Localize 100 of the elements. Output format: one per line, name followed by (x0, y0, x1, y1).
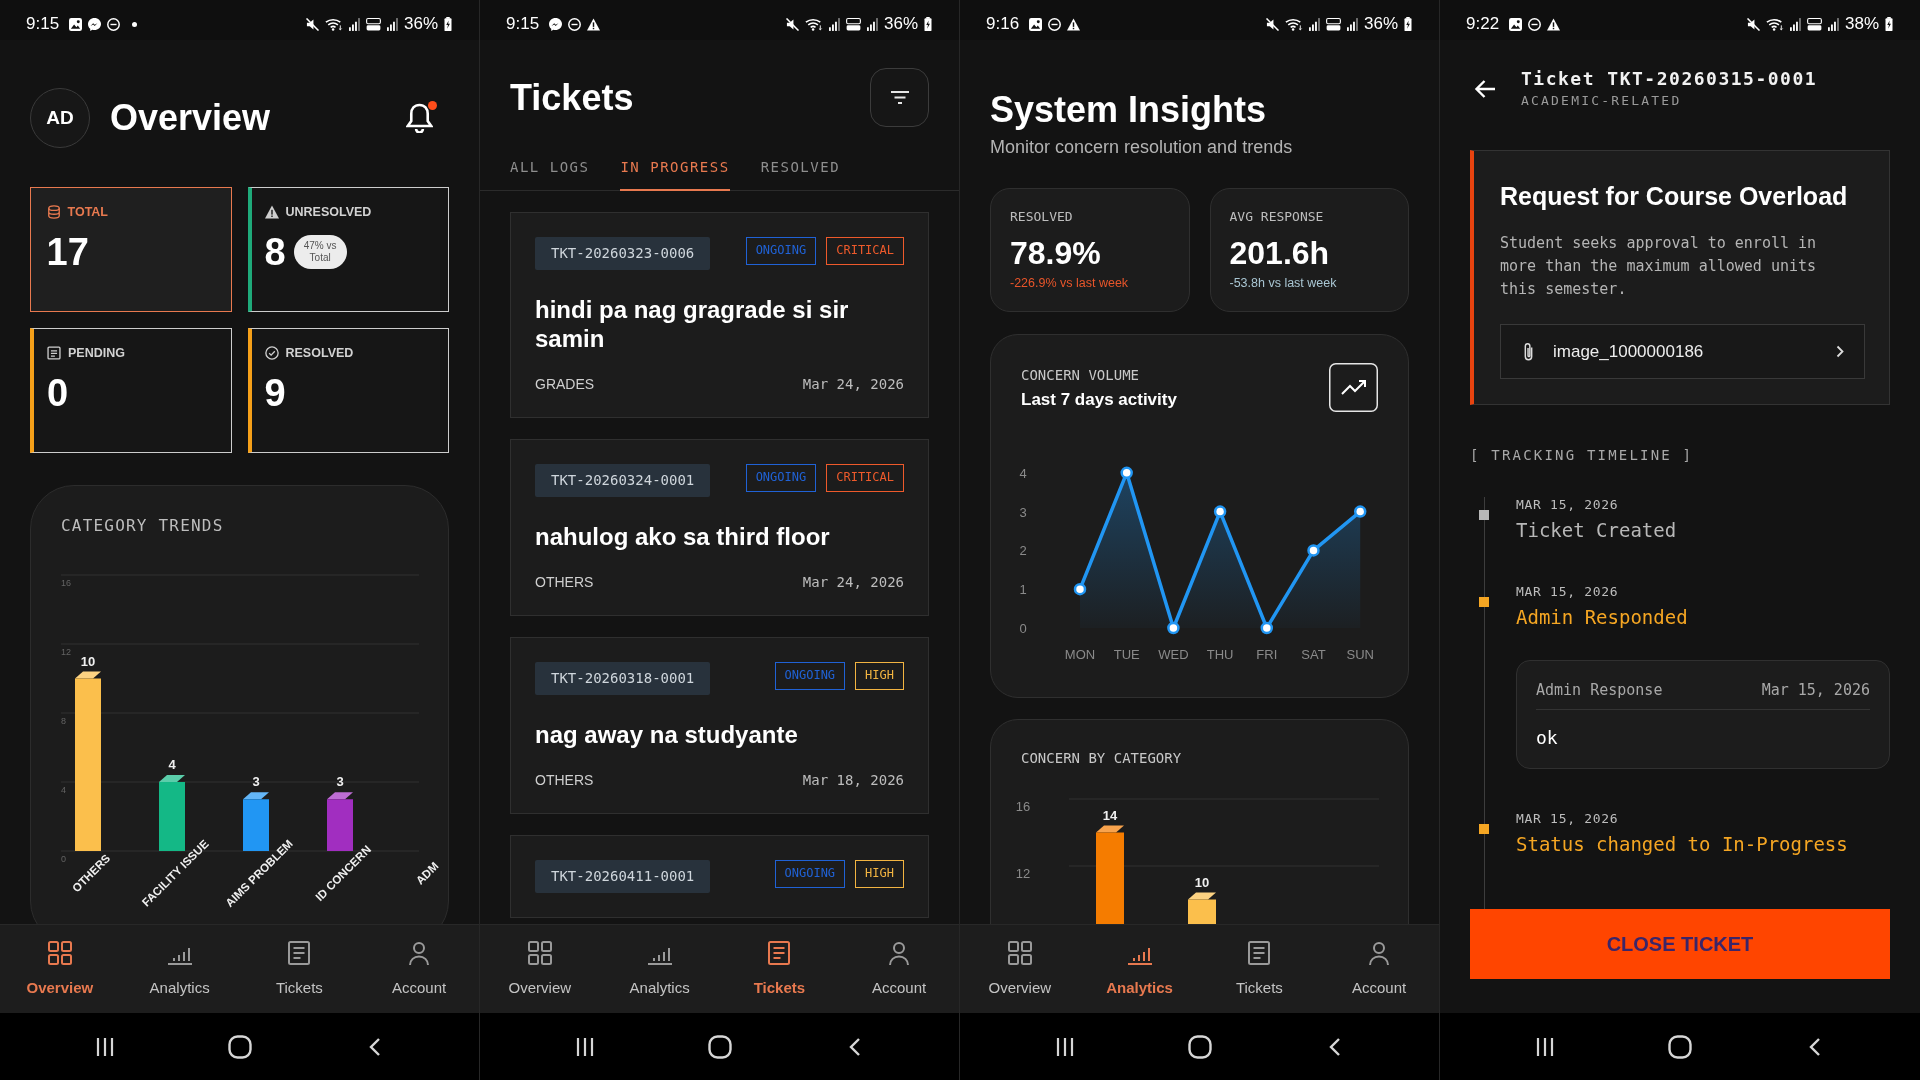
signal-icon (828, 17, 840, 31)
ticket-card[interactable]: TKT-20260411-0001 ONGOING HIGH (510, 835, 929, 918)
nav-item[interactable]: Analytics (149, 940, 210, 996)
back-icon[interactable] (1328, 1036, 1341, 1057)
mute-icon (305, 17, 319, 31)
tab[interactable]: RESOLVED (760, 146, 841, 191)
nav-item[interactable]: Overview (26, 940, 94, 996)
back-icon[interactable] (1809, 1036, 1821, 1057)
status-time: 9:15 (506, 14, 540, 34)
metric-change: -226.9% vs last week (1010, 276, 1129, 291)
stat-card[interactable]: TOTAL 17 (30, 187, 232, 312)
back-icon[interactable] (848, 1036, 861, 1057)
status-tag: HIGH (855, 860, 904, 888)
battery-icon (1404, 17, 1412, 31)
grid-icon (46, 940, 73, 966)
status-tag: ONGOING (745, 464, 817, 492)
recent-apps-icon[interactable] (574, 1036, 595, 1057)
chart-title: CATEGORY TRENDS (61, 516, 224, 536)
recent-apps-icon[interactable] (1535, 1036, 1555, 1057)
gallery-icon (1509, 17, 1523, 31)
wifi-icon (804, 17, 823, 31)
stat-card[interactable]: UNRESOLVED 8 47% vs Total (247, 187, 449, 312)
grid-icon (1006, 940, 1033, 966)
metric-label: AVG RESPONSE (1229, 209, 1324, 225)
home-icon[interactable] (1187, 1034, 1212, 1059)
home-icon[interactable] (227, 1034, 252, 1059)
warning-icon (1547, 17, 1561, 31)
axis-tick-label: 16 (1015, 799, 1031, 814)
ticket-title: nag away na studyante (535, 720, 799, 749)
axis-label: THU (1206, 647, 1234, 662)
event-title: Ticket Created (1516, 518, 1677, 542)
back-icon[interactable] (368, 1036, 381, 1057)
status-tag: HIGH (855, 662, 904, 690)
check-circle-icon (264, 346, 279, 360)
axis-tick-label: 12 (61, 647, 71, 657)
data-point (1307, 544, 1320, 557)
ticket-card[interactable]: TKT-20260318-0001 ONGOING HIGH nag away na studyante OTHERS Mar 18, 2026 (510, 637, 929, 814)
data-label: 10 (80, 653, 96, 669)
ticket-category: GRADES (535, 376, 595, 393)
do-not-disturb-icon (568, 17, 582, 31)
network-type-icon (1325, 17, 1341, 31)
data-label: 3 (336, 774, 344, 790)
event-date: MAR 15, 2026 (1516, 497, 1619, 512)
nav-item[interactable]: Account (1352, 940, 1407, 996)
response-message: ok (1536, 727, 1558, 749)
ticket-card[interactable]: TKT-20260323-0006 ONGOING CRITICAL hindi pa nag gragrade si sir samin GRADES Mar 24, 2026 (510, 212, 929, 418)
tab[interactable]: IN PROGRESS (620, 146, 730, 191)
bell-icon[interactable] (406, 103, 433, 133)
filter-button[interactable] (870, 68, 929, 127)
chart-subtitle: Last 7 days activity (1021, 390, 1177, 410)
nav-item[interactable]: Analytics (1106, 940, 1173, 996)
tab[interactable]: ALL LOGS (510, 146, 590, 191)
document-icon (1246, 940, 1273, 966)
document-icon (47, 346, 61, 360)
signal-icon (1827, 17, 1839, 31)
chart-title: CONCERN VOLUME (1021, 366, 1139, 384)
wifi-icon (324, 17, 343, 31)
ticket-title: hindi pa nag gragrade si sir samin (535, 295, 850, 353)
page-title: System Insights (990, 89, 1267, 131)
nav-item[interactable]: Tickets (753, 940, 806, 996)
attachment-item[interactable]: image_1000000186 (1500, 324, 1865, 379)
avatar[interactable]: AD (30, 88, 90, 148)
nav-item[interactable]: Account (872, 940, 927, 996)
ticket-title: nahulog ako sa third floor (535, 522, 831, 551)
grid-icon (526, 940, 553, 966)
axis-label: MON (1064, 647, 1096, 662)
signal-icon (348, 17, 360, 31)
home-icon[interactable] (707, 1034, 732, 1059)
data-label: 10 (1194, 874, 1210, 890)
axis-label: FRI (1256, 647, 1278, 662)
axis-tick-label: 2 (1019, 543, 1027, 559)
wifi-icon (1284, 17, 1303, 31)
ticket-card[interactable]: TKT-20260324-0001 ONGOING CRITICAL nahulog ako sa third floor OTHERS Mar 24, 2026 (510, 439, 929, 616)
nav-item[interactable]: Tickets (1235, 940, 1283, 996)
recent-apps-icon[interactable] (1054, 1036, 1075, 1057)
nav-item[interactable]: Overview (988, 940, 1052, 996)
axis-tick-label: 8 (61, 716, 66, 726)
nav-item[interactable]: Overview (508, 940, 572, 996)
percent-badge: 47% vs Total (293, 235, 347, 269)
stat-label: PENDING (68, 345, 125, 361)
nav-item[interactable]: Analytics (629, 940, 690, 996)
stat-value: 17 (46, 230, 89, 274)
event-title: Admin Responded (1516, 605, 1688, 629)
nav-item[interactable]: Tickets (275, 940, 323, 996)
recent-apps-icon[interactable] (94, 1036, 115, 1057)
data-point (1073, 582, 1087, 596)
home-icon[interactable] (1668, 1034, 1692, 1059)
request-description: Student seeks approval to enroll in more than the maximum allowed units this semester. (1500, 233, 1818, 300)
stat-card[interactable]: RESOLVED 9 (247, 328, 449, 453)
picture-bar-cap (243, 792, 269, 800)
nav-item[interactable]: Account (392, 940, 447, 996)
close-ticket-button[interactable]: CLOSE TICKET (1470, 909, 1890, 979)
back-arrow-icon[interactable] (1474, 78, 1496, 99)
stat-value: 9 (264, 371, 286, 415)
stat-label: TOTAL (67, 204, 108, 220)
page-title: Tickets (510, 76, 634, 119)
ticket-date: Mar 24, 2026 (802, 574, 904, 591)
stat-card[interactable]: PENDING 0 (30, 328, 232, 453)
axis-label: TUE (1113, 647, 1140, 662)
signal-icon (1308, 17, 1320, 31)
